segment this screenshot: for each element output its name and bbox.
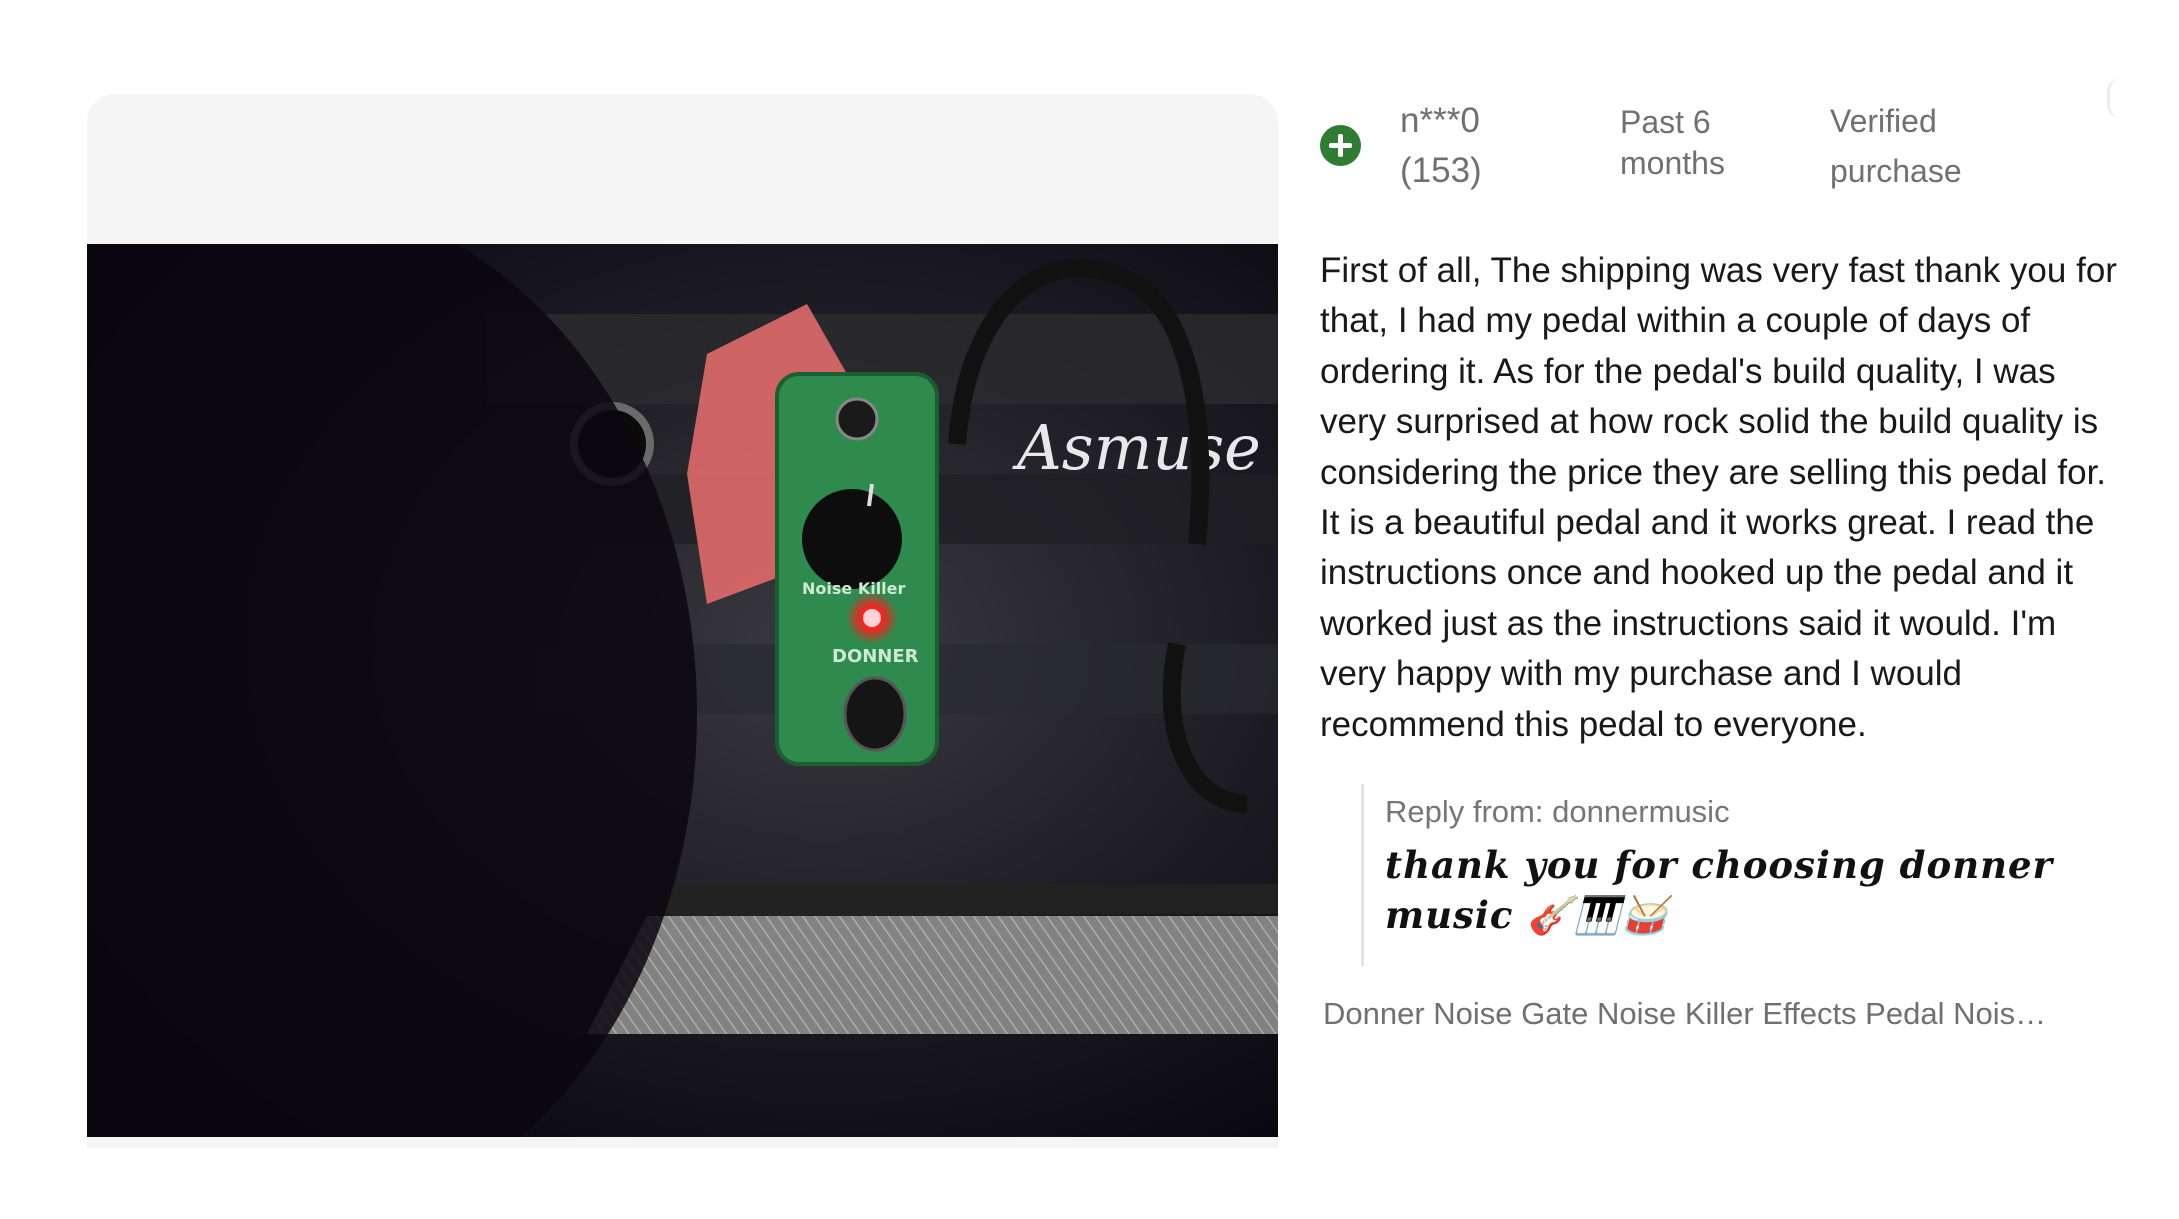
pedal-brand: DONNER xyxy=(832,646,919,667)
pedal-knob-main xyxy=(802,489,902,589)
reply-text: thank you for choosing donner music 🎸🎹🥁 xyxy=(1385,840,2081,940)
pedal-knob-top xyxy=(835,397,879,441)
scroll-edge xyxy=(2107,78,2124,118)
pedal-photo-illustration: Asmuse Noise Killer DONNER xyxy=(87,244,1278,1137)
verified-line1: Verified xyxy=(1830,103,1937,139)
review-panel: n***0 (153) Past 6 months Verified purch… xyxy=(1320,78,2120,1031)
pedal-footswitch xyxy=(843,676,907,752)
reply-text-line1: thank you for choosing donner xyxy=(1385,843,2054,887)
reviewer-count: (153) xyxy=(1400,151,1482,190)
review-photo[interactable]: Asmuse Noise Killer DONNER xyxy=(87,244,1278,1137)
amp-grill xyxy=(587,916,1278,1034)
pedal-name: Noise Killer xyxy=(802,579,906,598)
review-time-line1: Past 6 xyxy=(1620,104,1711,140)
reviewer-name: n***0 xyxy=(1400,101,1480,140)
amp-logo: Asmuse xyxy=(1012,411,1261,484)
review-time: Past 6 months xyxy=(1620,102,1725,184)
review-meta: n***0 (153) Past 6 months Verified purch… xyxy=(1320,78,2120,204)
review-text: First of all, The shipping was very fast… xyxy=(1320,251,2117,744)
reply-label: Reply from: donnermusic xyxy=(1385,794,1730,829)
product-title-link[interactable]: Donner Noise Gate Noise Killer Effects P… xyxy=(1323,994,2053,1034)
reply-text-line2: music 🎸🎹🥁 xyxy=(1385,893,1669,937)
verified-line2: purchase xyxy=(1830,153,1962,189)
review-photo-card[interactable]: Asmuse Noise Killer DONNER xyxy=(87,94,1278,1148)
review-time-line2: months xyxy=(1620,145,1725,181)
plus-circle-icon[interactable] xyxy=(1320,125,1361,166)
verified-badge: Verified purchase xyxy=(1830,96,1962,196)
reviewer-info[interactable]: n***0 (153) xyxy=(1400,96,1482,196)
seller-reply: Reply from: donnermusic thank you for ch… xyxy=(1361,784,2081,966)
